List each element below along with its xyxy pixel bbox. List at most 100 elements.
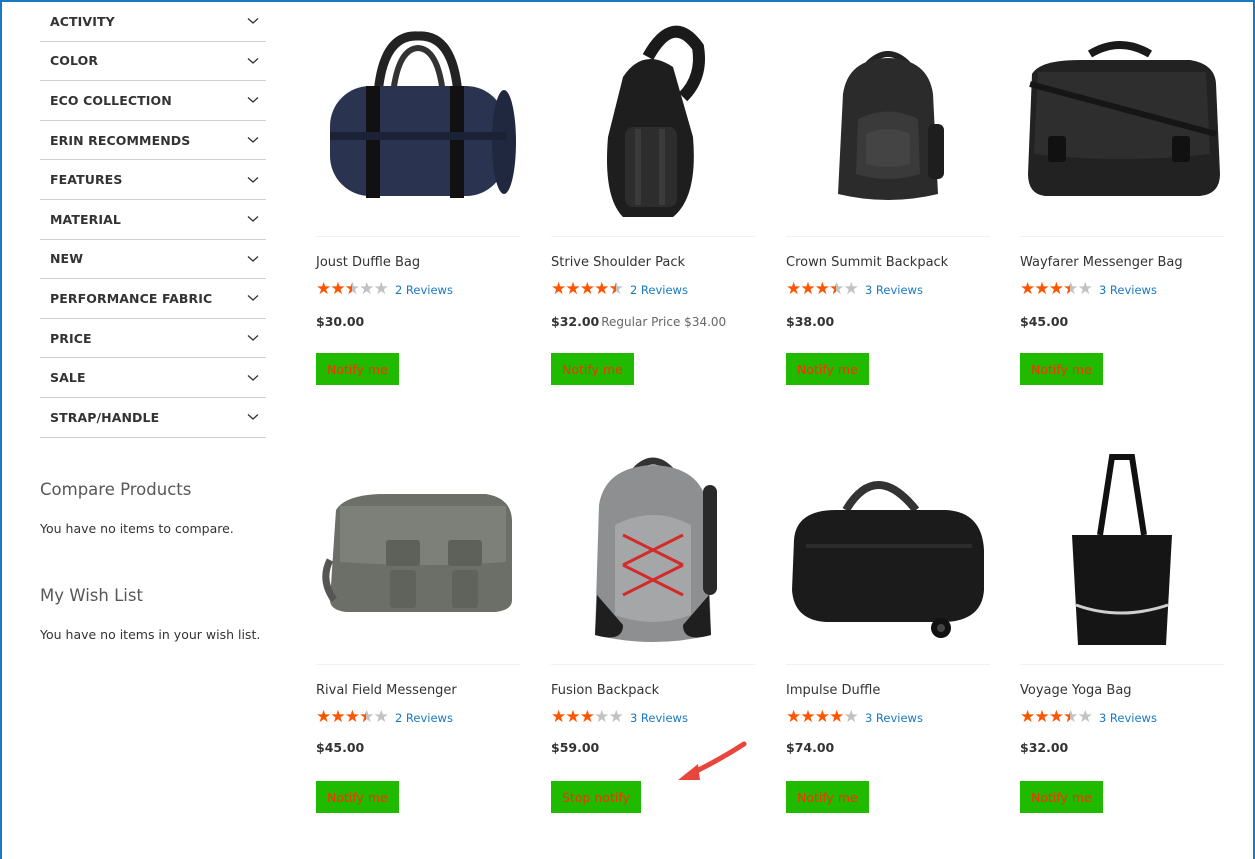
chevron-down-icon[interactable] — [240, 90, 266, 110]
divider — [786, 664, 990, 665]
product-name[interactable]: Joust Duffle Bag — [316, 255, 420, 270]
rating-stars: ★ ★ ★ ★ ★ — [551, 279, 624, 299]
product-image[interactable] — [551, 440, 755, 660]
notify-me-button[interactable]: Notify me — [316, 353, 399, 385]
filter-price[interactable]: PRICE — [40, 319, 266, 359]
price: $32.00 Regular Price $34.00 — [551, 314, 726, 329]
notify-me-button[interactable]: Notify me — [551, 353, 634, 385]
notify-me-button[interactable]: Notify me — [1020, 353, 1103, 385]
star-full-icon: ★ — [316, 279, 332, 299]
product-name[interactable]: Impulse Duffle — [786, 683, 880, 698]
product-name[interactable]: Fusion Backpack — [551, 683, 659, 698]
star-full-icon: ★ — [579, 279, 596, 299]
chevron-down-icon[interactable] — [240, 328, 266, 348]
notify-me-button[interactable]: Notify me — [786, 353, 869, 385]
filter-new[interactable]: NEW — [40, 240, 266, 280]
wishlist-empty-text: You have no items in your wish list. — [40, 626, 261, 642]
star-half-icon: ★ — [345, 281, 360, 299]
final-price: $45.00 — [1020, 314, 1069, 329]
chevron-down-icon[interactable] — [240, 130, 266, 150]
star-full-icon: ★ — [551, 279, 567, 299]
star-full-icon: ★ — [316, 707, 332, 727]
filter-label: PERFORMANCE FABRIC — [50, 290, 213, 306]
product-name[interactable]: Wayfarer Messenger Bag — [1020, 255, 1183, 270]
filter-color[interactable]: COLOR — [40, 42, 266, 82]
product-image[interactable] — [786, 440, 990, 660]
filter-strap-handle[interactable]: STRAP/HANDLE — [40, 398, 266, 438]
chevron-down-icon[interactable] — [240, 170, 266, 190]
product-name[interactable]: Rival Field Messenger — [316, 683, 457, 698]
star-full-icon: ★ — [330, 279, 346, 299]
stop-notify-button[interactable]: Stop notify — [551, 781, 641, 813]
star-full-icon: ★ — [1020, 707, 1036, 727]
filter-performance-fabric[interactable]: PERFORMANCE FABRIC — [40, 279, 266, 319]
filter-material[interactable]: MATERIAL — [40, 200, 266, 240]
chevron-down-icon[interactable] — [240, 11, 266, 31]
chevron-down-icon[interactable] — [240, 249, 266, 269]
star-full-icon: ★ — [1048, 279, 1065, 299]
reviews-link[interactable]: 3 Reviews — [1099, 283, 1157, 297]
star-full-icon: ★ — [551, 707, 567, 727]
chevron-down-icon[interactable] — [240, 407, 266, 427]
star-full-icon: ★ — [814, 279, 831, 299]
filter-label: SALE — [50, 370, 86, 386]
filter-eco-collection[interactable]: ECO COLLECTION — [40, 81, 266, 121]
star-full-icon: ★ — [1034, 279, 1050, 299]
compare-products-title: Compare Products — [40, 479, 192, 499]
product-image[interactable] — [551, 14, 755, 234]
product-name[interactable]: Crown Summit Backpack — [786, 255, 948, 270]
wishlist-title: My Wish List — [40, 585, 143, 605]
chevron-down-icon[interactable] — [240, 368, 266, 388]
reviews-link[interactable]: 3 Reviews — [1099, 711, 1157, 725]
filter-label: NEW — [50, 251, 84, 267]
filter-features[interactable]: FEATURES — [40, 160, 266, 200]
chevron-down-icon[interactable] — [240, 51, 266, 71]
reviews-link[interactable]: 3 Reviews — [865, 711, 923, 725]
rating: ★★★★★ 2 Reviews — [551, 279, 688, 299]
star-full-icon: ★ — [594, 279, 610, 299]
final-price: $74.00 — [786, 740, 835, 755]
reviews-link[interactable]: 3 Reviews — [865, 283, 923, 297]
product-image[interactable] — [316, 440, 520, 660]
final-price: $38.00 — [786, 314, 835, 329]
reviews-link[interactable]: 2 Reviews — [395, 711, 453, 725]
filter-sale[interactable]: SALE — [40, 358, 266, 398]
notify-me-button[interactable]: Notify me — [786, 781, 869, 813]
reviews-link[interactable]: 2 Reviews — [630, 283, 688, 297]
chevron-down-icon[interactable] — [240, 209, 266, 229]
product-image[interactable] — [1020, 14, 1224, 234]
star-full-icon: ★ — [800, 707, 816, 727]
product-name[interactable]: Strive Shoulder Pack — [551, 255, 685, 270]
sling-pack-image — [607, 25, 705, 217]
product-image[interactable] — [316, 14, 520, 234]
rating: ★★★★★ 3 Reviews — [786, 279, 923, 299]
star-full-icon: ★ — [565, 279, 581, 299]
product-image[interactable] — [786, 14, 990, 234]
final-price: $32.00 — [551, 314, 600, 329]
notify-me-button[interactable]: Notify me — [1020, 781, 1103, 813]
star-half-icon: ★ — [1063, 281, 1078, 299]
reviews-link[interactable]: 2 Reviews — [395, 283, 453, 297]
final-price: $32.00 — [1020, 740, 1069, 755]
chevron-down-icon[interactable] — [240, 288, 266, 308]
price: $30.00 — [316, 314, 366, 329]
product-name[interactable]: Voyage Yoga Bag — [1020, 683, 1132, 698]
rating: ★★★★★ 3 Reviews — [1020, 707, 1157, 727]
divider — [551, 664, 755, 665]
star-empty-icon: ★ — [843, 707, 859, 727]
notify-me-button[interactable]: Notify me — [316, 781, 399, 813]
rating: ★★★★★ 2 Reviews — [316, 707, 453, 727]
rating: ★★★★★ 3 Reviews — [786, 709, 923, 726]
star-empty-icon: ★ — [359, 279, 375, 299]
divider — [551, 236, 755, 237]
filter-erin-recommends[interactable]: ERIN RECOMMENDS — [40, 121, 266, 161]
annotation-arrow-icon — [678, 741, 747, 780]
rating-stars: ★ ★ ★ ★ ★ — [786, 707, 859, 727]
filter-activity[interactable]: ACTIVITY — [40, 2, 266, 42]
price: $45.00 — [1020, 314, 1070, 329]
reviews-link[interactable]: 3 Reviews — [630, 711, 688, 725]
divider — [1020, 236, 1224, 237]
messenger-bag-image — [1028, 41, 1220, 196]
product-image[interactable] — [1020, 440, 1224, 660]
star-empty-icon: ★ — [843, 279, 859, 299]
